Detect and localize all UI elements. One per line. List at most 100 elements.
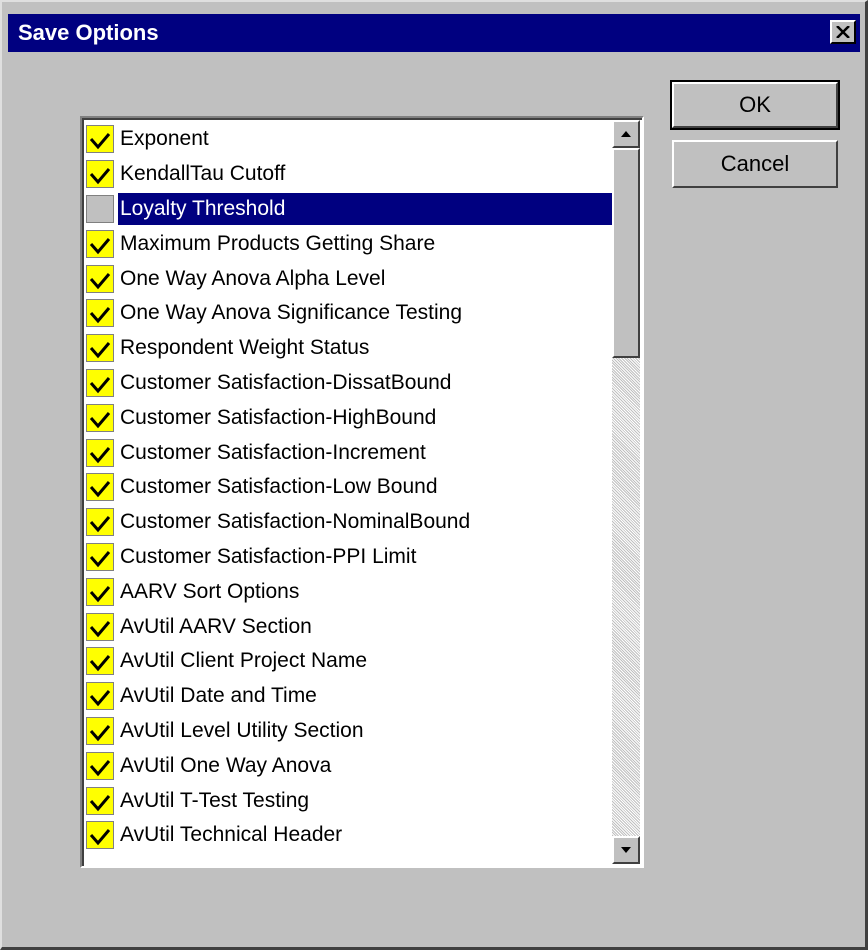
option-label: Loyalty Threshold — [118, 192, 614, 225]
checkmark-icon — [89, 829, 111, 846]
list-item[interactable]: Customer Satisfaction-PPI Limit — [86, 540, 614, 575]
option-checkbox[interactable] — [86, 334, 114, 363]
checkmark-icon — [89, 724, 111, 742]
list-item[interactable]: Customer Satisfaction-DissatBound — [86, 366, 614, 401]
cancel-button[interactable]: Cancel — [672, 140, 838, 188]
option-label: AvUtil Technical Header — [120, 823, 343, 847]
list-item[interactable]: Loyalty Threshold — [86, 192, 614, 227]
list-item[interactable]: AARV Sort Options — [86, 574, 614, 609]
option-checkbox[interactable] — [86, 264, 114, 293]
scrollbar-thumb[interactable] — [612, 148, 640, 358]
checkmark-icon — [89, 411, 111, 429]
option-checkbox[interactable] — [86, 577, 114, 606]
list-item[interactable]: KendallTau Cutoff — [86, 157, 614, 192]
list-item[interactable]: Customer Satisfaction-Low Bound — [86, 470, 614, 505]
option-label: Maximum Products Getting Share — [120, 231, 436, 255]
list-item[interactable]: AvUtil One Way Anova — [86, 748, 614, 783]
cancel-button-label: Cancel — [720, 151, 790, 176]
option-label: AvUtil T-Test Testing — [120, 788, 310, 812]
checkmark-icon — [89, 133, 111, 150]
option-label: Customer Satisfaction-Increment — [120, 440, 426, 464]
option-checkbox[interactable] — [86, 542, 114, 571]
option-label: AvUtil AARV Section — [120, 614, 312, 638]
checkmark-icon — [89, 550, 111, 568]
option-checkbox[interactable] — [86, 299, 114, 328]
option-checkbox[interactable] — [86, 647, 114, 676]
option-checkbox[interactable] — [86, 508, 114, 537]
option-label: AvUtil Level Utility Section — [120, 718, 364, 742]
option-checkbox[interactable] — [86, 160, 114, 189]
option-checkbox[interactable] — [86, 368, 114, 397]
option-checkbox[interactable] — [86, 438, 114, 467]
list-item[interactable]: AvUtil Technical Header — [86, 818, 614, 853]
list-item[interactable]: AvUtil Level Utility Section — [86, 714, 614, 749]
options-list: Exponent KendallTau Cutoff Loyalty Thresho… — [86, 122, 614, 853]
option-label: One Way Anova Significance Testing — [120, 301, 463, 325]
list-item[interactable]: Respondent Weight Status — [86, 331, 614, 366]
option-checkbox[interactable] — [86, 786, 114, 815]
list-item[interactable]: One Way Anova Significance Testing — [86, 296, 614, 331]
option-label: AvUtil Date and Time — [120, 684, 317, 708]
ok-button[interactable]: OK — [670, 80, 840, 130]
list-item[interactable]: One Way Anova Alpha Level — [86, 261, 614, 296]
scroll-up-button[interactable] — [612, 120, 640, 148]
option-label: AvUtil One Way Anova — [120, 753, 332, 777]
checkmark-icon — [89, 690, 111, 707]
list-item[interactable]: Customer Satisfaction-NominalBound — [86, 505, 614, 540]
option-label: Exponent — [120, 127, 209, 151]
checkmark-icon — [89, 655, 111, 672]
checkmark-icon — [89, 376, 111, 394]
options-listbox[interactable]: Exponent KendallTau Cutoff Loyalty Thresho… — [80, 116, 644, 868]
option-label: Customer Satisfaction-PPI Limit — [120, 544, 417, 568]
arrow-down-icon — [621, 847, 631, 853]
checkmark-icon — [89, 585, 111, 603]
list-item[interactable]: Customer Satisfaction-HighBound — [86, 400, 614, 435]
option-label: Customer Satisfaction-DissatBound — [120, 370, 452, 394]
list-item[interactable]: AvUtil AARV Section — [86, 609, 614, 644]
dialog-title: Save Options — [18, 20, 159, 45]
option-label: Customer Satisfaction-NominalBound — [120, 510, 471, 534]
option-label: Customer Satisfaction-Low Bound — [120, 475, 438, 499]
close-button[interactable] — [830, 20, 856, 44]
arrow-up-icon — [621, 131, 631, 137]
ok-button-label: OK — [739, 92, 771, 117]
option-checkbox[interactable] — [86, 751, 114, 780]
title-bar[interactable]: Save Options — [8, 14, 860, 52]
checkmark-icon — [89, 237, 111, 255]
checkmark-icon — [89, 342, 111, 359]
option-checkbox[interactable] — [86, 821, 114, 850]
list-item[interactable]: AvUtil Client Project Name — [86, 644, 614, 679]
checkmark-icon — [89, 446, 111, 463]
option-checkbox[interactable] — [86, 682, 114, 711]
save-options-dialog: Save Options OK Cancel Exponent KendallTa… — [0, 0, 868, 950]
option-label: Respondent Weight Status — [120, 336, 370, 360]
option-checkbox[interactable] — [86, 194, 114, 223]
checkmark-icon — [89, 272, 111, 289]
checkmark-icon — [89, 481, 111, 498]
option-checkbox[interactable] — [86, 473, 114, 502]
checkmark-icon — [89, 516, 111, 533]
option-checkbox[interactable] — [86, 125, 114, 154]
checkmark-icon — [89, 620, 111, 637]
option-checkbox[interactable] — [86, 229, 114, 258]
checkmark-icon — [89, 759, 111, 777]
checkmark-icon — [89, 307, 111, 324]
list-item[interactable]: AvUtil T-Test Testing — [86, 783, 614, 818]
scroll-down-button[interactable] — [612, 836, 640, 864]
option-checkbox[interactable] — [86, 716, 114, 745]
vertical-scrollbar[interactable] — [612, 120, 640, 864]
option-label: AARV Sort Options — [120, 579, 300, 603]
checkmark-icon — [89, 794, 111, 811]
option-checkbox[interactable] — [86, 403, 114, 432]
option-label: Customer Satisfaction-HighBound — [120, 405, 437, 429]
option-label: KendallTau Cutoff — [120, 162, 286, 186]
list-item[interactable]: Exponent — [86, 122, 614, 157]
close-icon — [836, 26, 850, 38]
option-label: AvUtil Client Project Name — [120, 649, 368, 673]
list-item[interactable]: AvUtil Date and Time — [86, 679, 614, 714]
option-checkbox[interactable] — [86, 612, 114, 641]
list-item[interactable]: Customer Satisfaction-Increment — [86, 435, 614, 470]
checkmark-icon — [89, 168, 111, 185]
option-label: One Way Anova Alpha Level — [120, 266, 386, 290]
list-item[interactable]: Maximum Products Getting Share — [86, 226, 614, 261]
